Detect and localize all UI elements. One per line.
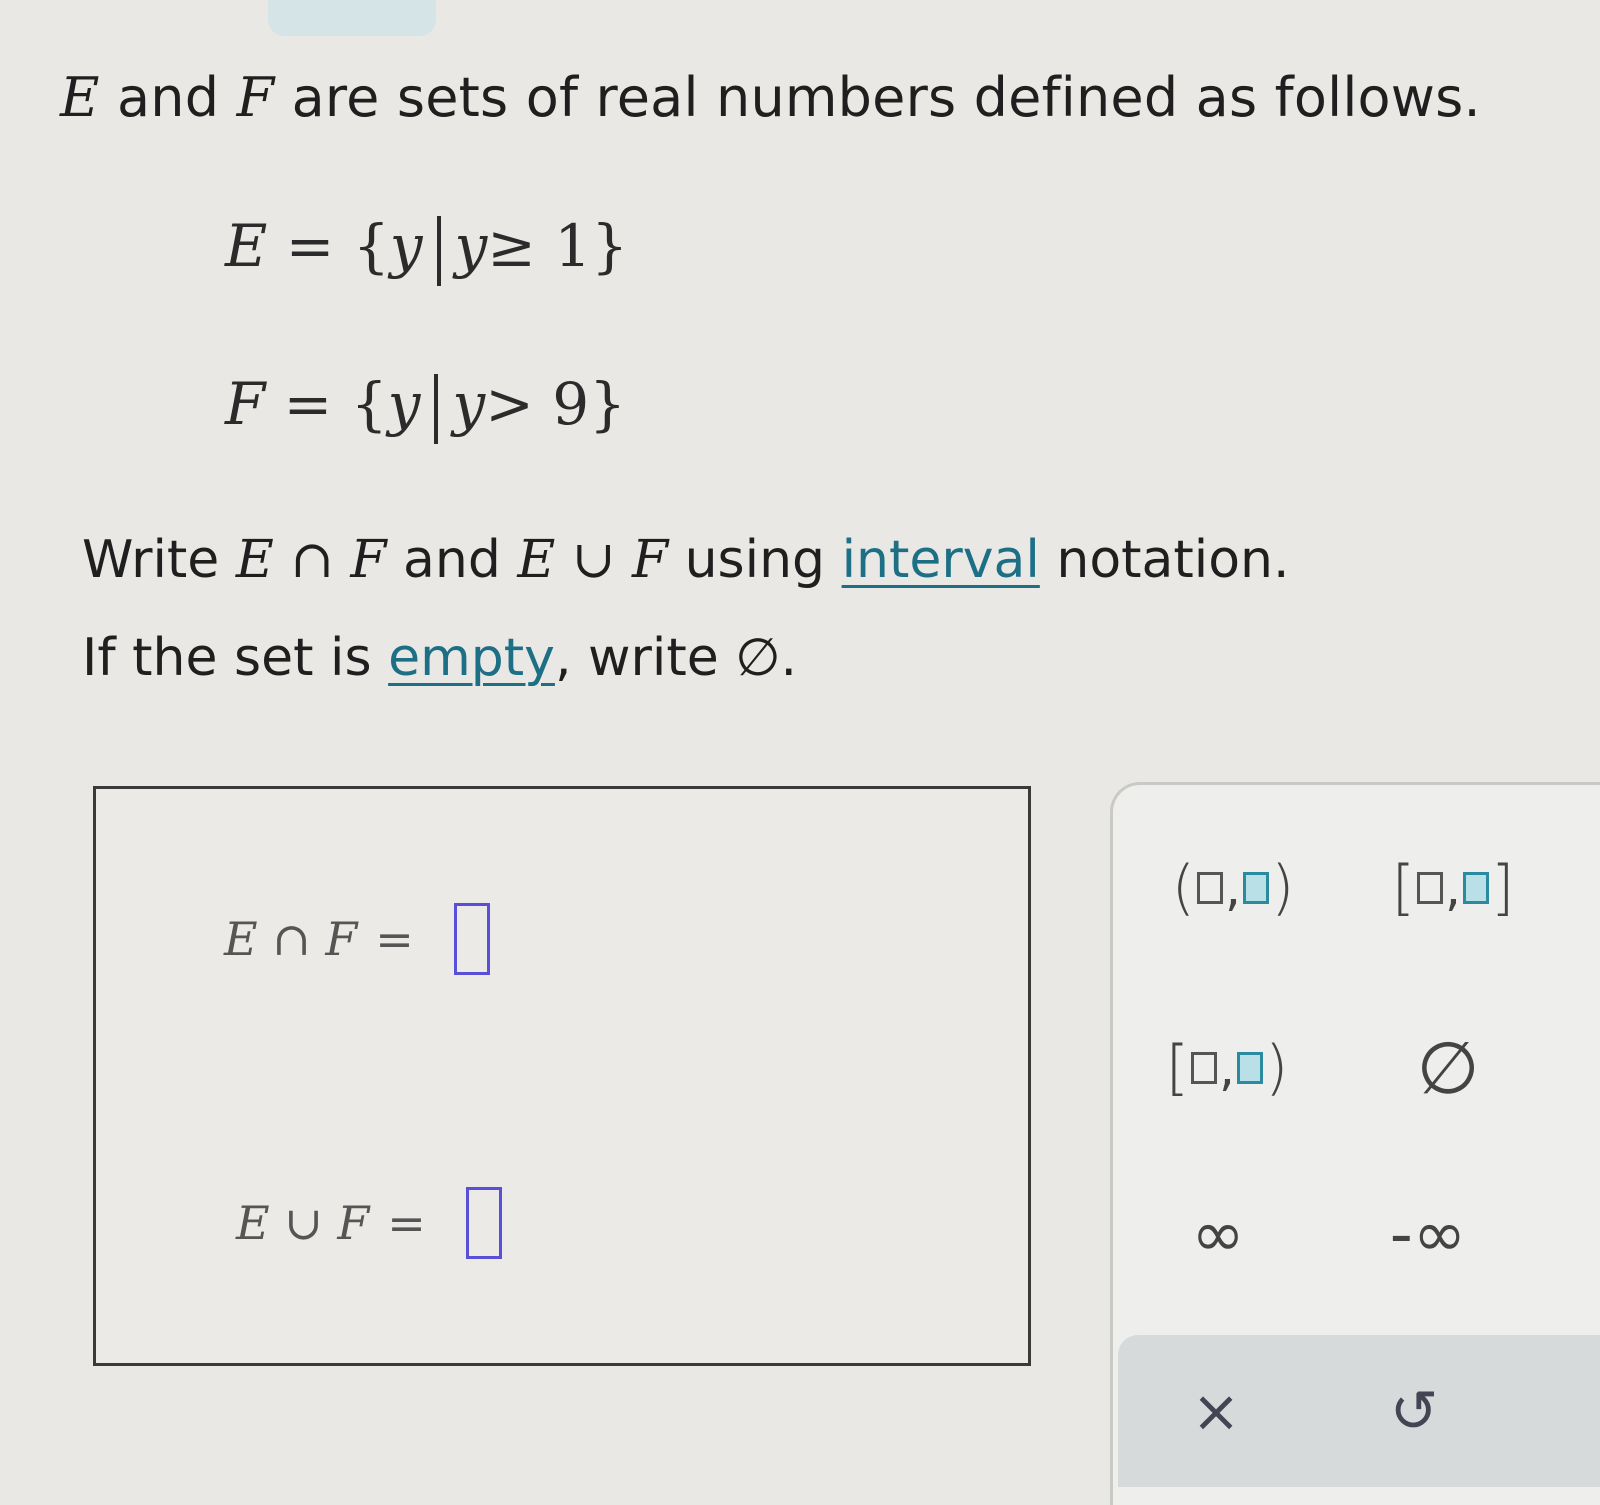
empty-link[interactable]: empty — [388, 628, 555, 688]
instruction-line-2: If the set is empty, write ∅. — [82, 628, 798, 688]
clear-icon[interactable]: × — [1176, 1371, 1256, 1451]
top-tab[interactable] — [268, 0, 436, 36]
answer-box: E ∩ F = E ∪ F = — [93, 786, 1031, 1366]
placeholder-square-filled-icon — [1242, 872, 1269, 904]
equals-sign: = — [375, 912, 414, 966]
set-f-definition: F = {y y> 9} — [225, 370, 626, 444]
such-that-bar — [436, 215, 441, 286]
intro-rest: are sets of real numbers defined as foll… — [274, 66, 1481, 129]
instruction-line-1: Write E ∩ F and E ∪ F using interval not… — [82, 530, 1290, 590]
union-answer-input[interactable] — [465, 1187, 502, 1259]
intersection-expression: E ∩ F — [235, 530, 387, 590]
set-e-symbol: E — [60, 66, 100, 129]
set-e-definition: E = {y y≥ 1} — [225, 212, 628, 286]
infinity-key[interactable]: ∞ — [1163, 1195, 1273, 1275]
half-open-interval-key[interactable]: [,) — [1147, 1023, 1307, 1113]
placeholder-square-icon — [1191, 1052, 1218, 1084]
interval-link[interactable]: interval — [842, 530, 1040, 590]
set-f-symbol: F — [236, 66, 275, 129]
intro-and: and — [99, 66, 237, 129]
placeholder-square-icon — [1197, 872, 1224, 904]
union-label: E ∪ F — [236, 1196, 370, 1250]
intersection-answer-input[interactable] — [453, 903, 490, 975]
such-that-bar — [434, 373, 439, 444]
equals-sign: = — [387, 1196, 426, 1250]
closed-interval-key[interactable]: [,] — [1373, 843, 1533, 933]
empty-set-key[interactable]: ∅ — [1393, 1023, 1503, 1113]
undo-icon[interactable]: ↺ — [1374, 1371, 1454, 1451]
union-answer-row: E ∪ F = — [236, 1187, 502, 1259]
placeholder-square-icon — [1417, 872, 1444, 904]
negative-infinity-key[interactable]: -∞ — [1363, 1195, 1493, 1275]
union-expression: E ∪ F — [517, 530, 669, 590]
intersection-answer-row: E ∩ F = — [224, 903, 490, 975]
placeholder-square-filled-icon — [1462, 872, 1489, 904]
open-interval-key[interactable]: (,) — [1153, 843, 1313, 933]
intro-text: E and F are sets of real numbers defined… — [60, 66, 1481, 129]
intersection-label: E ∩ F — [224, 912, 358, 966]
keypad-footer: × ↺ — [1118, 1335, 1600, 1487]
placeholder-square-filled-icon — [1236, 1052, 1263, 1084]
